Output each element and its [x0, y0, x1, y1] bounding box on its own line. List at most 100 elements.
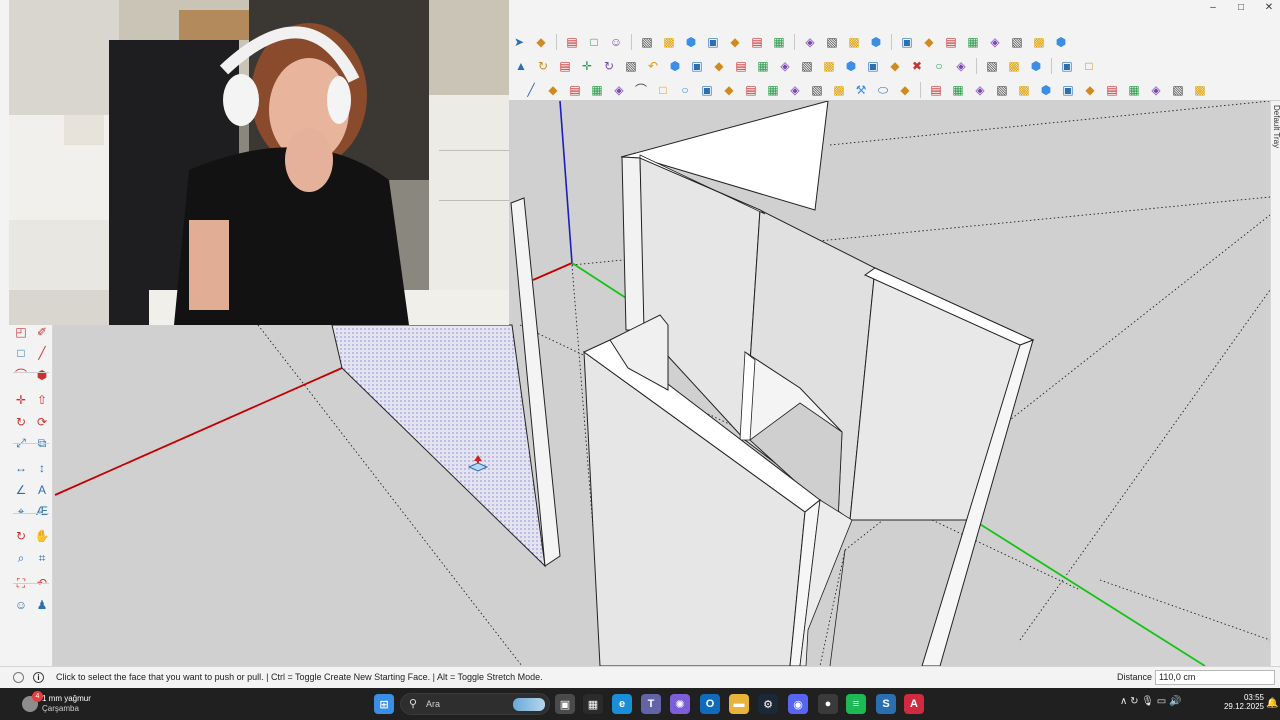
zigzag-icon[interactable]: ▧	[807, 80, 827, 100]
steam-icon[interactable]: ⚙	[758, 694, 778, 714]
arc-3pt-icon[interactable]: ◆	[719, 80, 739, 100]
zoom-tool-icon[interactable]: ⌕	[12, 549, 30, 567]
right-tray[interactable]: Default Tray	[1270, 101, 1280, 666]
front-view-icon[interactable]: ▦	[963, 32, 983, 52]
copy-icon[interactable]: ◈	[800, 32, 820, 52]
undo-arc-icon[interactable]: ↶	[643, 56, 663, 76]
store-icon[interactable]: ▦	[583, 694, 603, 714]
rectangle-icon[interactable]: □	[1079, 56, 1099, 76]
maximize-button[interactable]: □	[1227, 0, 1255, 14]
pie-icon[interactable]: ▤	[741, 80, 761, 100]
cross-icon[interactable]: ✖	[907, 56, 927, 76]
box-6-icon[interactable]: ▦	[1124, 80, 1144, 100]
discord-icon[interactable]: ◉	[788, 694, 808, 714]
minimize-button[interactable]: –	[1199, 0, 1227, 14]
draw-line-icon[interactable]: ⬢	[1026, 56, 1046, 76]
3d-text-icon[interactable]: Æ	[33, 502, 51, 520]
system-tray[interactable]: ∧ ↻ 🎙 ▭ 🔊	[1120, 696, 1181, 707]
paint-icon[interactable]: ▤	[555, 56, 575, 76]
gears-icon[interactable]: ▤	[731, 56, 751, 76]
ellipse-icon[interactable]: ⬭	[873, 80, 893, 100]
measurements-input[interactable]: 110,0 cm	[1155, 670, 1275, 685]
curve-icon[interactable]: ◈	[609, 80, 629, 100]
box-1-icon[interactable]: ▩	[1014, 80, 1034, 100]
arc-open-icon[interactable]: ◈	[785, 80, 805, 100]
box-7-icon[interactable]: ◈	[1146, 80, 1166, 100]
layers-icon[interactable]: ◆	[531, 32, 551, 52]
yellow-grid-icon[interactable]: ▣	[863, 56, 883, 76]
zoom-window-icon[interactable]: ⌗	[33, 549, 51, 567]
notification-icon[interactable]: 🔔	[1266, 698, 1278, 709]
box-2-icon[interactable]: ⬢	[1036, 80, 1056, 100]
tape-measure-icon[interactable]: ↔	[12, 459, 30, 477]
eraser-tool-icon[interactable]: ✐	[33, 323, 51, 341]
outliner-icon[interactable]: ▣	[897, 32, 917, 52]
taskbar-search[interactable]: ⚲ Ara	[400, 693, 550, 715]
info-icon[interactable]: i	[33, 672, 44, 683]
geo-location-icon[interactable]	[13, 672, 24, 683]
circle-outline-icon[interactable]: ▩	[829, 80, 849, 100]
dimension-icon[interactable]: ◈	[951, 56, 971, 76]
orbit-tool-icon[interactable]: ↻	[12, 527, 30, 545]
edge-icon[interactable]: e	[612, 694, 632, 714]
weather-widget[interactable]: 4 1 mm yağmur Çarşamba	[22, 691, 132, 715]
rotate-tool-icon[interactable]: ↻	[12, 413, 30, 431]
rectangle-tool-icon[interactable]: □	[12, 344, 30, 362]
iso-view-icon[interactable]: ◆	[919, 32, 939, 52]
move-sel-icon[interactable]: ▤	[926, 80, 946, 100]
offset-icon[interactable]: ◆	[725, 32, 745, 52]
arc-icon[interactable]: ⌒	[631, 80, 651, 100]
task-view-icon[interactable]: ▣	[555, 694, 575, 714]
protractor-icon[interactable]: ▤	[747, 32, 767, 52]
circle-tool-icon[interactable]: ○	[675, 80, 695, 100]
move-icon[interactable]: ✛	[577, 56, 597, 76]
axes-tool-icon[interactable]: ⌖	[12, 502, 30, 520]
grid-icon[interactable]: ▧	[797, 56, 817, 76]
orange-grid-icon[interactable]: ⬢	[841, 56, 861, 76]
follow-me-icon[interactable]: ▣	[703, 32, 723, 52]
warehouse-icon[interactable]: ▤	[562, 32, 582, 52]
select-tool-icon[interactable]: ◰	[12, 323, 30, 341]
layout-icon[interactable]: ◈	[775, 56, 795, 76]
line-tool-icon[interactable]: ╱	[521, 80, 541, 100]
walk-tool-icon[interactable]: ♟	[33, 596, 51, 614]
materials-icon[interactable]: ▩	[659, 32, 679, 52]
box-8-icon[interactable]: ▧	[1168, 80, 1188, 100]
text-tool-icon[interactable]: A	[33, 481, 51, 499]
position-camera-icon[interactable]: ☺	[12, 596, 30, 614]
wrench-icon[interactable]: ⚒	[851, 80, 871, 100]
box-4-icon[interactable]: ◆	[1080, 80, 1100, 100]
eraser-icon[interactable]: ◆	[709, 56, 729, 76]
copilot-icon[interactable]: ✺	[670, 694, 690, 714]
select-x-icon[interactable]: ▩	[1004, 56, 1024, 76]
orbit-icon[interactable]: ↻	[599, 56, 619, 76]
circle-icon[interactable]: ○	[929, 56, 949, 76]
spotify-icon[interactable]: ≡	[846, 694, 866, 714]
extrude-icon[interactable]: ▧	[992, 80, 1012, 100]
section-icon[interactable]: ▦	[769, 32, 789, 52]
protractor-icon[interactable]: ∠	[12, 481, 30, 499]
outlook-icon[interactable]: O	[700, 694, 720, 714]
freehand-icon[interactable]: ◆	[543, 80, 563, 100]
push-pull-icon[interactable]: ⬢	[681, 32, 701, 52]
styles-icon[interactable]: ▧	[637, 32, 657, 52]
left-view-icon[interactable]: ▩	[1029, 32, 1049, 52]
new-file-icon[interactable]: □	[584, 32, 604, 52]
bucket-icon[interactable]: ▧	[621, 56, 641, 76]
cut-icon[interactable]: ▧	[982, 56, 1002, 76]
texture-icon[interactable]: ▩	[819, 56, 839, 76]
solid-icon[interactable]: ▦	[753, 56, 773, 76]
bezier-icon[interactable]: ▣	[1057, 56, 1077, 76]
close-button[interactable]: ✕	[1255, 0, 1280, 14]
teams-icon[interactable]: T	[641, 694, 661, 714]
group-icon[interactable]: ▩	[844, 32, 864, 52]
rotate-sel-icon[interactable]: ◈	[970, 80, 990, 100]
windows-start-icon[interactable]: ⊞	[374, 694, 394, 714]
pan-tool-icon[interactable]: ✋	[33, 527, 51, 545]
explorer-icon[interactable]: ▬	[729, 694, 749, 714]
polyline-icon[interactable]: ▦	[587, 80, 607, 100]
right-view-icon[interactable]: ◈	[985, 32, 1005, 52]
tray-label[interactable]: Default Tray	[1272, 105, 1280, 148]
follow-me-tool-icon[interactable]: ⟳	[33, 413, 51, 431]
top-view-icon[interactable]: ▤	[941, 32, 961, 52]
